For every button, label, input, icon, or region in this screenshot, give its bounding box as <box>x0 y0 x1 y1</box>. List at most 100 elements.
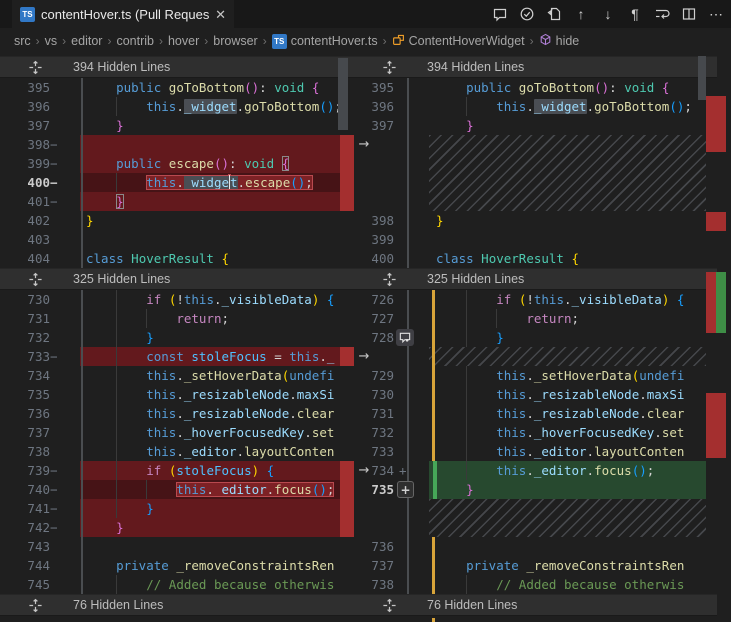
line-number[interactable]: 398 <box>0 135 50 154</box>
open-changes-icon[interactable] <box>544 3 564 25</box>
code-line[interactable]: 737 private _removeConstraintsRen <box>354 556 731 575</box>
code-line[interactable]: 740− this._editor.focus(); <box>0 480 354 499</box>
code-text[interactable]: // Added because otherwis <box>436 575 706 594</box>
hidden-lines-bar[interactable]: 325 Hidden Lines <box>0 268 354 290</box>
code-line[interactable]: 400− this._widget.escape(); <box>0 173 354 192</box>
code-line[interactable]: 735 this._resizableNode.maxSi <box>0 385 354 404</box>
code-line[interactable]: 738 // Added because otherwis <box>354 575 731 594</box>
code-text[interactable]: private _removeConstraintsRen <box>436 556 706 575</box>
code-text[interactable]: this._resizableNode.maxSi <box>436 385 706 404</box>
unfold-icon[interactable] <box>28 272 43 287</box>
code-text[interactable]: public goToBottom(): void { <box>436 78 706 97</box>
breadcrumb-item-contenthoverwidget[interactable]: ContentHoverWidget <box>392 33 525 49</box>
code-line[interactable]: 734 this._setHoverData(undefi <box>0 366 354 385</box>
line-number[interactable]: 742 <box>0 518 50 537</box>
line-number[interactable]: 395 <box>0 78 50 97</box>
code-line[interactable]: 734+→ this._editor.focus(); <box>354 461 731 480</box>
line-number[interactable]: 395 <box>354 78 394 97</box>
code-text[interactable] <box>86 135 338 154</box>
breadcrumb-item-browser[interactable]: browser <box>213 34 257 48</box>
code-text[interactable]: this._resizableNode.maxSi <box>86 385 338 404</box>
code-text[interactable]: this._widget.goToBottom(); <box>436 97 706 116</box>
quick-diff-modified-gutter[interactable] <box>432 618 435 622</box>
line-number[interactable]: 399 <box>0 154 50 173</box>
breadcrumb-item-contrib[interactable]: contrib <box>116 34 154 48</box>
code-line[interactable]: 395 public goToBottom(): void { <box>354 78 731 97</box>
code-text[interactable] <box>86 537 338 556</box>
code-line[interactable]: 729 this._setHoverData(undefi <box>354 366 731 385</box>
code-text[interactable]: public goToBottom(): void { <box>86 78 338 97</box>
unfold-icon[interactable] <box>382 272 397 287</box>
code-line[interactable]: 396 this._widget.goToBottom(); <box>0 97 354 116</box>
code-text[interactable]: } <box>436 328 706 347</box>
line-number[interactable]: 397 <box>354 116 394 135</box>
code-text[interactable]: if (!this._visibleData) { <box>436 290 706 309</box>
code-text[interactable]: return; <box>436 309 706 328</box>
line-number[interactable]: 740 <box>0 480 50 499</box>
code-line[interactable]: 395 public goToBottom(): void { <box>0 78 354 97</box>
code-text[interactable]: } <box>436 211 706 230</box>
comment-icon[interactable] <box>490 3 510 25</box>
line-number[interactable]: 404 <box>0 249 50 268</box>
quick-diff-modified-gutter[interactable] <box>432 347 435 366</box>
line-number[interactable]: 732 <box>354 423 394 442</box>
code-text[interactable]: } <box>86 211 338 230</box>
code-text[interactable] <box>436 537 706 556</box>
hidden-lines-bar[interactable]: 325 Hidden Lines <box>354 268 717 290</box>
code-text[interactable] <box>86 230 338 249</box>
line-number[interactable]: 727 <box>354 309 394 328</box>
code-line[interactable]: 733 this._editor.layoutConten <box>354 442 731 461</box>
code-line[interactable]: 400class HoverResult { <box>354 249 731 268</box>
breadcrumb-item-src[interactable]: src <box>14 34 31 48</box>
code-line[interactable]: 397 } <box>0 116 354 135</box>
code-text[interactable]: return; <box>86 309 338 328</box>
line-number[interactable]: 735 <box>0 385 50 404</box>
code-line[interactable]: 730 if (!this._visibleData) { <box>0 290 354 309</box>
split-editor-icon[interactable] <box>679 3 699 25</box>
quick-diff-modified-gutter[interactable] <box>432 575 435 594</box>
unfold-icon[interactable] <box>382 60 397 75</box>
line-number[interactable]: 399 <box>354 230 394 249</box>
code-line[interactable]: 399− public escape(): void { <box>0 154 354 173</box>
quick-diff-modified-gutter[interactable] <box>432 537 435 556</box>
unfold-icon[interactable] <box>28 60 43 75</box>
code-line[interactable]: 731 return; <box>0 309 354 328</box>
code-line[interactable]: 397 } <box>354 116 731 135</box>
code-text[interactable]: } <box>86 499 338 518</box>
previous-change-icon[interactable]: ↑ <box>571 3 591 25</box>
code-text[interactable]: this._hoverFocusedKey.set <box>86 423 338 442</box>
code-line[interactable]: 742− } <box>0 518 354 537</box>
code-text[interactable]: } <box>86 328 338 347</box>
line-number[interactable]: 400 <box>0 173 50 192</box>
hidden-lines-bar[interactable]: 394 Hidden Lines <box>0 56 354 78</box>
quick-diff-modified-gutter[interactable] <box>432 309 435 328</box>
code-line[interactable]: 726 if (!this._visibleData) { <box>354 290 731 309</box>
code-text[interactable]: this._editor.layoutConten <box>86 442 338 461</box>
code-line[interactable]: 402} <box>0 211 354 230</box>
code-text[interactable]: } <box>86 518 338 537</box>
line-number[interactable]: 738 <box>0 442 50 461</box>
code-text[interactable]: class HoverResult { <box>436 249 706 268</box>
code-text[interactable] <box>436 230 706 249</box>
code-line[interactable]: 738 this._editor.layoutConten <box>0 442 354 461</box>
code-text[interactable]: } <box>86 192 338 211</box>
line-number[interactable]: 736 <box>0 404 50 423</box>
line-number[interactable]: 735 <box>354 480 394 499</box>
code-line[interactable]: 741− } <box>0 499 354 518</box>
line-number[interactable]: 401 <box>0 192 50 211</box>
code-line[interactable]: 730 this._resizableNode.maxSi <box>354 385 731 404</box>
diff-change-arrow-icon[interactable]: → <box>356 347 372 366</box>
code-text[interactable]: class HoverResult { <box>86 249 338 268</box>
code-line[interactable]: 399 <box>354 230 731 249</box>
line-number[interactable]: 744 <box>0 556 50 575</box>
code-line[interactable]: 731 this._resizableNode.clear <box>354 404 731 423</box>
more-actions-icon[interactable]: ⋯ <box>706 3 726 25</box>
hidden-lines-bar[interactable]: 394 Hidden Lines <box>354 56 717 78</box>
check-circle-icon[interactable] <box>517 3 537 25</box>
breadcrumb-item-hide[interactable]: hide <box>539 33 580 49</box>
line-number[interactable]: 732 <box>0 328 50 347</box>
line-number[interactable]: 403 <box>0 230 50 249</box>
code-text[interactable]: public escape(): void { <box>86 154 338 173</box>
code-text[interactable]: this._resizableNode.clear <box>86 404 338 423</box>
unfold-icon[interactable] <box>28 598 43 613</box>
